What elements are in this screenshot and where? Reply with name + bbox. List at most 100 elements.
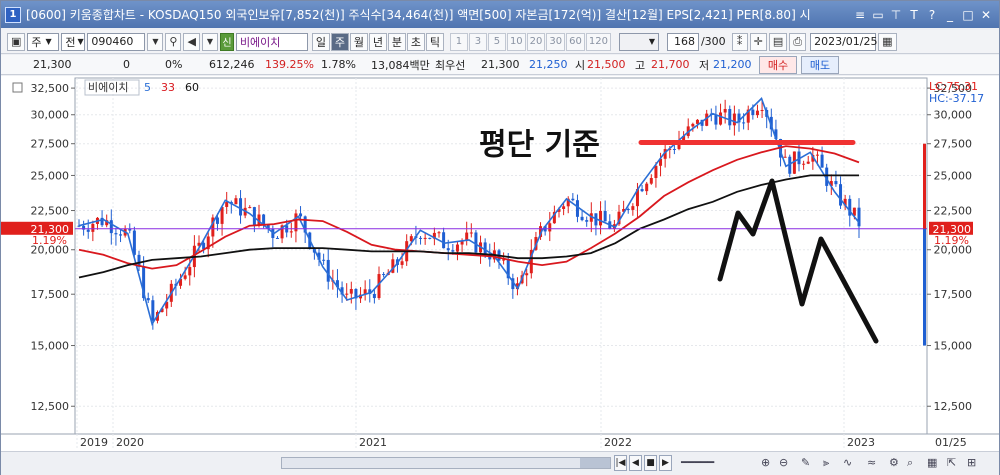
candle-body [723, 108, 727, 113]
price-chart[interactable]: 32,50030,00027,50025,00022,50020,00017,5… [1, 76, 999, 451]
period-type-select[interactable]: 주 ▼ [27, 32, 60, 51]
candle-body [442, 232, 446, 249]
candle-body [437, 232, 441, 234]
window-controls: ≡ ▭ ⊤ T ? _ □ ✕ [853, 7, 993, 23]
candle-icon[interactable]: ⫸ [823, 456, 829, 470]
scroll-next-button[interactable]: ▶ [659, 455, 672, 471]
bottom-scroll-bar: |◀ ◀ ■ ▶ ━━━━━ ⊕ ⊖ ✎ ⫸ ∿ ≈ ⚙ ⌕ ▦ ⇱ ⊞ [1, 451, 999, 475]
candle-body [400, 261, 404, 265]
adjust-select[interactable]: 전 ▼ [61, 32, 86, 51]
scroll-track[interactable] [281, 457, 611, 469]
candle-body [751, 109, 755, 116]
search-icon[interactable]: ⚲ [165, 32, 182, 51]
open-label: 시 [575, 58, 586, 72]
chart-area[interactable]: 32,500 30,000 27,500 25,000 22,500 20,000 17,5… [1, 76, 999, 451]
sound-icon[interactable]: ◀ [183, 32, 200, 51]
candle-body [742, 122, 746, 124]
y-tick-label-left: 22,500 [31, 205, 70, 218]
zoom-icon[interactable]: ⊕ [761, 456, 770, 469]
x-tick-label: 2019 [80, 436, 108, 449]
scroll-thumb[interactable] [580, 458, 610, 468]
candle-body [239, 198, 243, 216]
close-icon[interactable]: ✕ [979, 7, 993, 23]
candle-body [585, 220, 589, 222]
code-dropdown-icon[interactable]: ▼ [147, 32, 164, 51]
open-price: 21,500 [587, 58, 626, 71]
candle-body [714, 114, 718, 125]
zoom-out-icon[interactable]: ━━━━━ [681, 456, 714, 469]
period-tab-2[interactable]: 월 [349, 32, 368, 51]
layout-icon[interactable]: ▣ [7, 32, 26, 51]
candle-body [802, 163, 806, 165]
compare-icon[interactable]: ≈ [867, 456, 876, 469]
magnet-icon[interactable]: ⁑ [731, 32, 748, 51]
candle-body [815, 154, 819, 156]
y-tick-label-right: 12,500 [934, 400, 973, 413]
calendar-icon[interactable]: ▦ [878, 32, 897, 51]
candle-body [599, 210, 603, 226]
candle-body [806, 161, 810, 164]
font-icon[interactable]: T [907, 7, 921, 23]
candle-body [649, 178, 653, 184]
count-input[interactable]: 168 [666, 32, 699, 51]
x-tick-label: 2022 [604, 436, 632, 449]
period-tab-3[interactable]: 년 [368, 32, 387, 51]
candle-body [419, 237, 423, 239]
candle-body [728, 108, 732, 126]
interval-button-60[interactable]: 60 [566, 32, 585, 51]
y-tick-label-left: 15,000 [31, 340, 70, 353]
speaker-dropdown-icon[interactable]: ▼ [201, 32, 218, 51]
interval-dropdown[interactable]: ▼ [618, 32, 659, 51]
settings-icon[interactable]: ⚙ [889, 456, 899, 469]
stock-tag: 신 [219, 32, 234, 51]
grid-icon[interactable]: ▦ [927, 456, 937, 469]
interval-button-1[interactable]: 1 [449, 32, 468, 51]
sell-button[interactable]: 매도 [801, 56, 839, 74]
period-tab-4[interactable]: 분 [387, 32, 406, 51]
period-tab-5[interactable]: 초 [406, 32, 425, 51]
line-chart-icon[interactable]: ∿ [843, 456, 852, 469]
save-icon[interactable]: ▤ [768, 32, 788, 51]
interval-button-5[interactable]: 5 [487, 32, 506, 51]
interval-button-3[interactable]: 3 [468, 32, 487, 51]
y-tick-label-right: 22,500 [934, 205, 973, 218]
date-input[interactable]: 2023/01/25 [810, 32, 878, 51]
change-label-right: 1.19% [934, 234, 969, 247]
price-change: 0 [123, 58, 130, 71]
help-icon[interactable]: ? [925, 7, 939, 23]
extra-icon[interactable]: ⊞ [967, 456, 976, 469]
crosshair-icon[interactable]: ✛ [749, 32, 767, 51]
restore-icon[interactable]: ▭ [871, 7, 885, 23]
pin-icon[interactable]: ⊤ [889, 7, 903, 23]
magnify-icon[interactable]: ⌕ [907, 456, 913, 470]
interval-button-20[interactable]: 20 [526, 32, 546, 51]
right-date-label: 01/25 [935, 436, 967, 449]
candle-body [289, 231, 293, 233]
fold-icon[interactable]: ⇱ [947, 456, 956, 469]
period-tab-0[interactable]: 일 [311, 32, 330, 51]
candle-body [326, 259, 330, 282]
trade-amount: 13,084백만 [371, 58, 430, 72]
print-icon[interactable]: ⎙ [789, 32, 807, 51]
zoom-in-icon[interactable]: ⊖ [779, 456, 788, 469]
buy-button[interactable]: 매수 [759, 56, 797, 74]
scroll-stop-button[interactable]: ■ [644, 455, 657, 471]
scroll-first-button[interactable]: |◀ [614, 455, 627, 471]
period-tab-6[interactable]: 틱 [425, 32, 444, 51]
stock-name-field[interactable]: 비에이치 [235, 32, 308, 51]
y-tick-label-left: 25,000 [31, 169, 70, 182]
draw-icon[interactable]: ✎ [801, 456, 810, 469]
y-tick-label-left: 27,500 [31, 138, 70, 151]
interval-button-120[interactable]: 120 [585, 32, 611, 51]
stock-code-input[interactable]: 090460 [87, 32, 146, 51]
interval-button-10[interactable]: 10 [506, 32, 526, 51]
interval-button-30[interactable]: 30 [546, 32, 566, 51]
current-price: 21,300 [33, 58, 72, 71]
period-tab-1[interactable]: 주 [330, 32, 349, 51]
x-tick-label: 2023 [847, 436, 875, 449]
menu-icon[interactable]: ≡ [853, 7, 867, 23]
maximize-icon[interactable]: □ [961, 7, 975, 23]
candle-body [234, 198, 238, 205]
scroll-prev-button[interactable]: ◀ [629, 455, 642, 471]
minimize-icon[interactable]: _ [943, 7, 957, 23]
